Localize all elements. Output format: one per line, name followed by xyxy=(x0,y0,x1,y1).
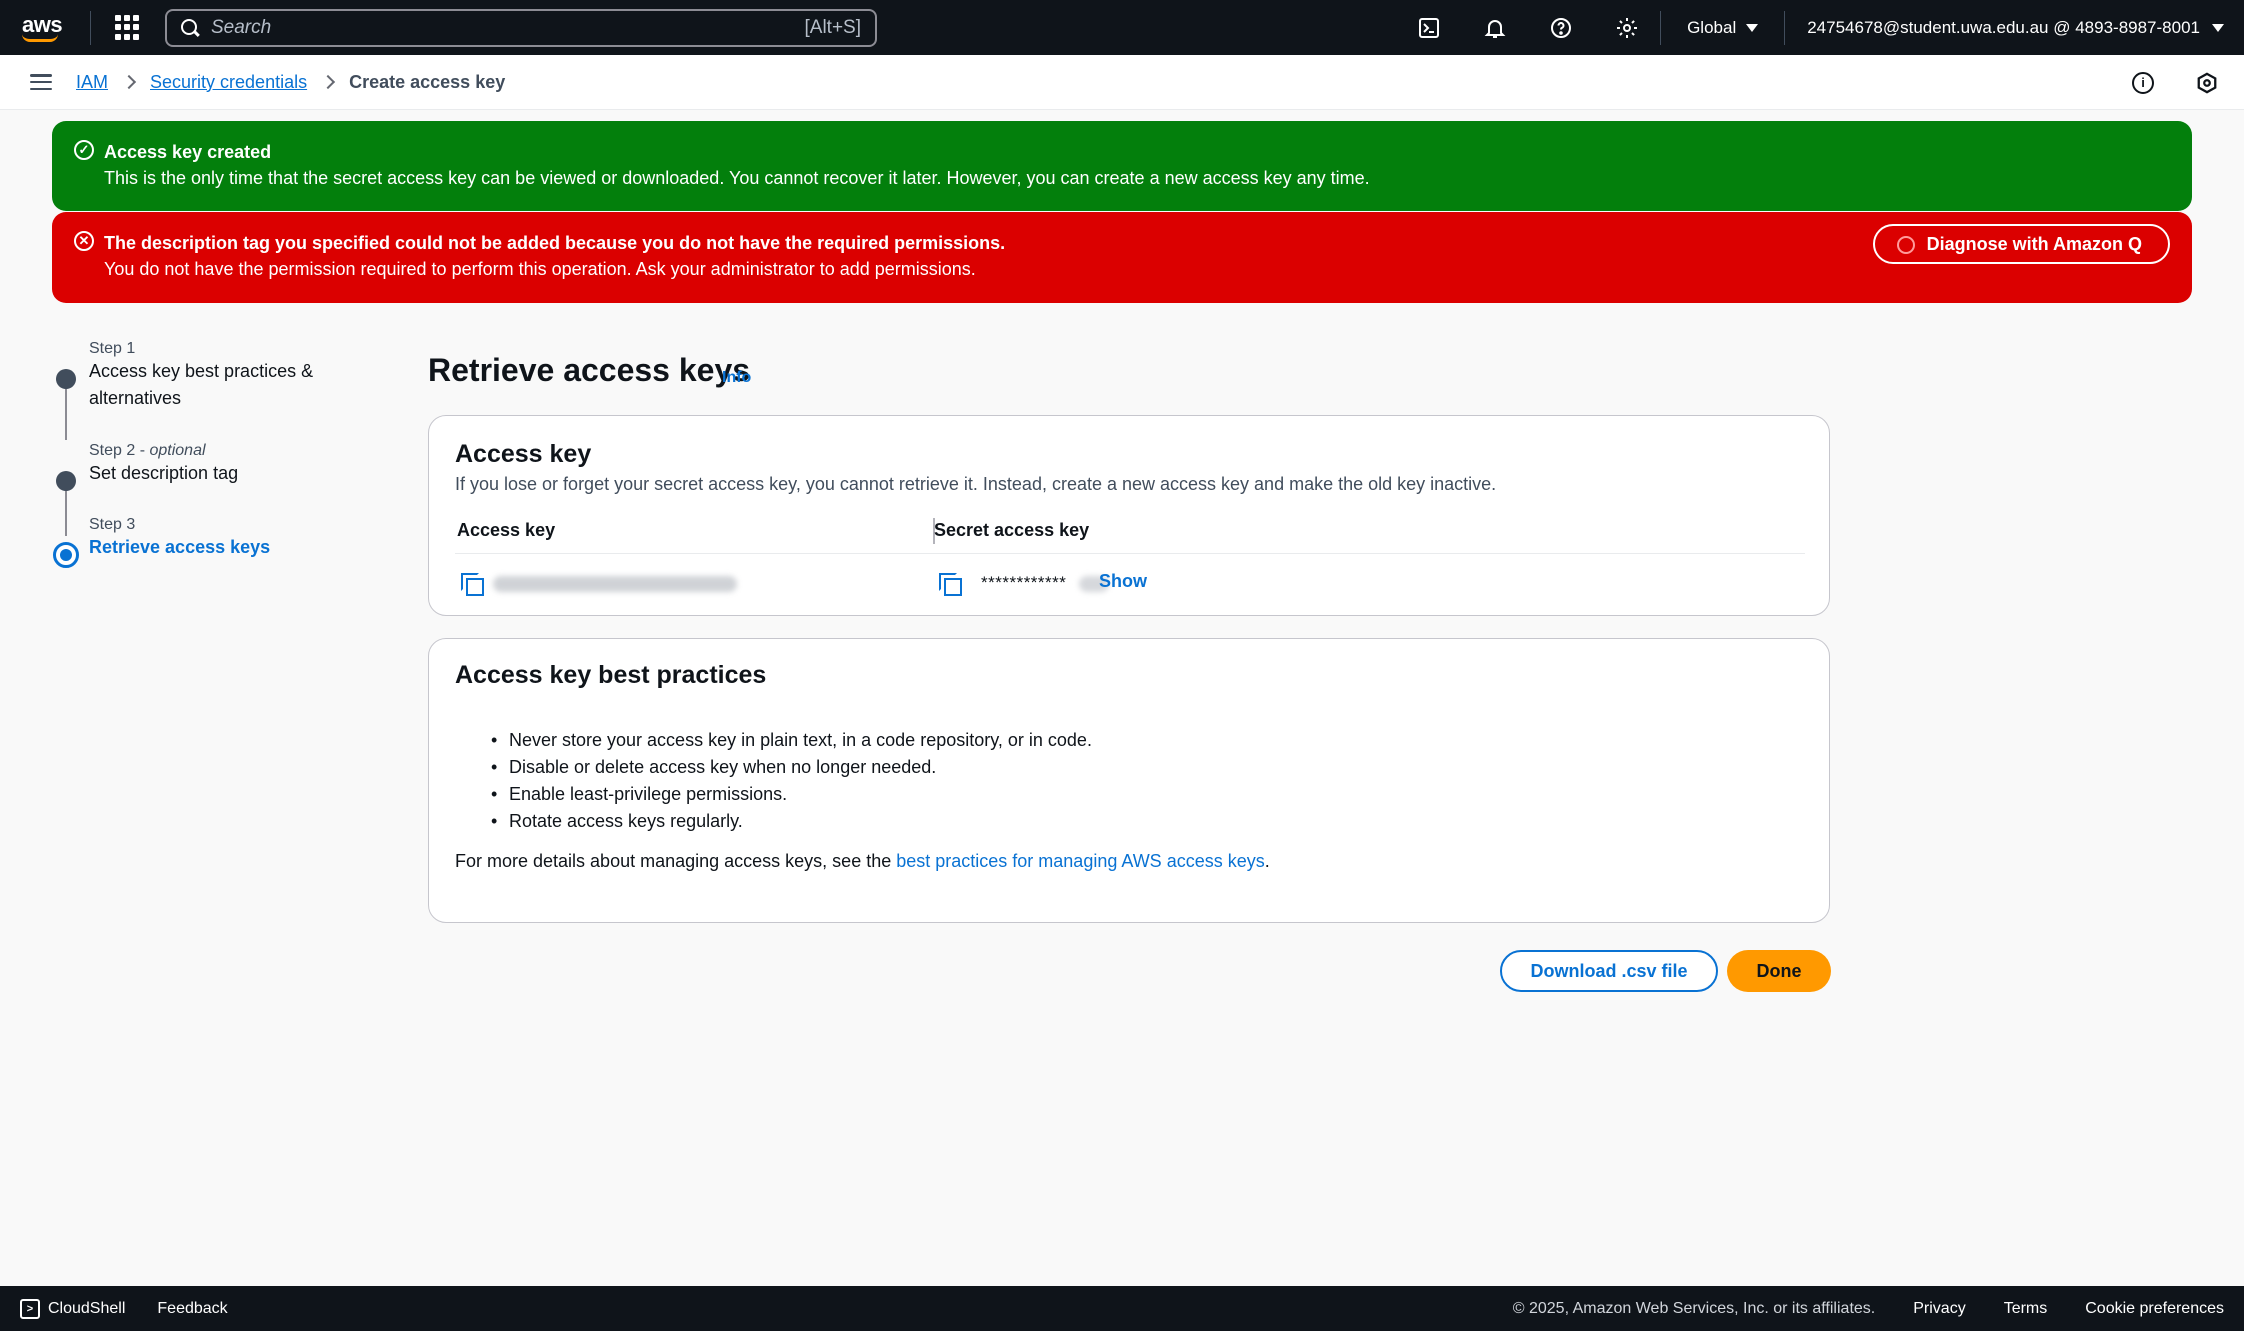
info-panel-icon[interactable]: i xyxy=(2132,71,2154,94)
error-flash-banner: ✕ The description tag you specified coul… xyxy=(52,212,2192,303)
aws-smile-icon xyxy=(22,34,58,42)
chevron-right-icon xyxy=(121,74,137,90)
access-key-heading: Access key xyxy=(455,440,592,468)
cloudshell-icon[interactable] xyxy=(1396,0,1462,55)
step-active-dot xyxy=(53,542,79,568)
menu-hamburger-icon[interactable] xyxy=(30,74,52,90)
col-secret-access-key: Secret access key xyxy=(934,520,1090,540)
access-key-table-header: Access key Secret access key xyxy=(455,514,1805,554)
footer-privacy[interactable]: Privacy xyxy=(1913,1300,1965,1318)
show-secret-link[interactable]: Show xyxy=(1099,571,1147,592)
info-link[interactable]: Info xyxy=(722,369,751,387)
account-menu[interactable]: 24754678@student.uwa.edu.au @ 4893-8987-… xyxy=(1785,18,2244,38)
step-number: Step 1 xyxy=(89,340,136,357)
access-key-card: Access key If you lose or forget your se… xyxy=(428,415,1830,616)
step-1[interactable]: Step 1 Access key best practices & alter… xyxy=(52,340,313,412)
settings-gear-icon[interactable] xyxy=(1594,0,1660,55)
step-dot xyxy=(56,369,76,389)
col-access-key: Access key xyxy=(457,520,556,540)
best-practices-heading: Access key best practices xyxy=(455,661,767,689)
nav-divider xyxy=(90,10,91,45)
search-input[interactable]: Search [Alt+S] xyxy=(165,8,877,47)
more-prefix: For more details about managing access k… xyxy=(455,851,897,871)
breadcrumb-bar: IAM Security credentials Create access k… xyxy=(0,55,2244,110)
step-optional: optional xyxy=(149,442,206,459)
search-shortcut: [Alt+S] xyxy=(804,16,862,38)
step-label: Access key best practices & xyxy=(89,361,314,381)
footer: > CloudShell Feedback © 2025, Amazon Web… xyxy=(0,1286,2244,1331)
footer-copyright: © 2025, Amazon Web Services, Inc. or its… xyxy=(1512,1299,1876,1317)
more-suffix: . xyxy=(1264,851,1270,871)
footer-cookie-preferences[interactable]: Cookie preferences xyxy=(2085,1300,2224,1318)
diagnose-label: Diagnose with Amazon Q xyxy=(1926,233,2142,254)
step-3[interactable]: Step 3 Retrieve access keys xyxy=(52,516,271,568)
footer-feedback[interactable]: Feedback xyxy=(157,1300,227,1318)
aws-logo-text: aws xyxy=(22,11,63,37)
step-number: Step 2 - optional xyxy=(89,442,206,459)
cloudshell-icon: > xyxy=(20,1298,40,1319)
success-flash-banner: ✓ Access key created This is the only ti… xyxy=(52,121,2192,211)
step-label: Retrieve access keys xyxy=(89,537,271,557)
breadcrumb-iam[interactable]: IAM xyxy=(76,72,108,93)
success-message: This is the only time that the secret ac… xyxy=(104,168,1370,188)
footer-terms[interactable]: Terms xyxy=(2004,1300,2048,1318)
list-item: Never store your access key in plain tex… xyxy=(491,727,1092,754)
footer-cloudshell[interactable]: CloudShell xyxy=(48,1300,125,1318)
services-grid-icon[interactable] xyxy=(115,14,141,41)
help-icon[interactable] xyxy=(1528,0,1594,55)
breadcrumb-current: Create access key xyxy=(349,71,506,92)
best-practices-link[interactable]: best practices for managing AWS access k… xyxy=(896,851,1265,871)
region-label: Global xyxy=(1687,17,1737,37)
access-key-description: If you lose or forget your secret access… xyxy=(455,474,1497,494)
success-check-icon: ✓ xyxy=(74,140,94,160)
search-placeholder: Search xyxy=(211,16,272,38)
step-dot xyxy=(56,471,76,491)
region-selector[interactable]: Global xyxy=(1661,18,1784,38)
list-item: Enable least-privilege permissions. xyxy=(491,781,1092,808)
aws-logo[interactable]: aws xyxy=(22,8,86,48)
error-title: The description tag you specified could … xyxy=(104,233,1006,253)
step-label: Set description tag xyxy=(89,463,239,483)
error-x-icon: ✕ xyxy=(74,231,94,251)
access-key-value-redacted xyxy=(493,576,737,592)
step-number: Step 3 xyxy=(89,516,136,533)
step-label-cont: alternatives xyxy=(89,388,182,408)
diagnose-with-amazon-q-button[interactable]: Diagnose with Amazon Q xyxy=(1872,224,2170,264)
breadcrumb-security-credentials[interactable]: Security credentials xyxy=(150,72,307,93)
page-title: Retrieve access keys xyxy=(428,352,751,388)
search-icon xyxy=(181,18,199,37)
download-csv-button[interactable]: Download .csv file xyxy=(1500,950,1718,992)
caret-down-icon xyxy=(1746,23,1759,32)
chevron-right-icon xyxy=(321,74,336,90)
success-title: Access key created xyxy=(104,142,272,162)
step-2[interactable]: Step 2 - optional Set description tag xyxy=(52,442,239,491)
list-item: Rotate access keys regularly. xyxy=(491,808,1092,835)
copy-secret-key-icon[interactable] xyxy=(939,573,962,596)
done-button[interactable]: Done xyxy=(1727,950,1831,992)
best-practices-list: Never store your access key in plain tex… xyxy=(491,727,1092,835)
feedback-hexagon-icon[interactable] xyxy=(2196,72,2218,94)
top-navigation: aws Search [Alt+S] Global 24754678@stude… xyxy=(0,0,2244,55)
caret-down-icon xyxy=(2212,23,2224,32)
secret-key-masked: ************ xyxy=(981,573,1067,592)
best-practices-card: Access key best practices Never store yo… xyxy=(428,638,1830,923)
list-item: Disable or delete access key when no lon… xyxy=(491,754,1092,781)
step-number-text: Step 2 xyxy=(89,442,136,459)
error-message: You do not have the permission required … xyxy=(104,259,976,279)
amazon-q-icon xyxy=(1896,236,1915,254)
account-label: 24754678@student.uwa.edu.au @ 4893-8987-… xyxy=(1807,17,2200,37)
best-practices-more: For more details about managing access k… xyxy=(455,851,1270,872)
notifications-bell-icon[interactable] xyxy=(1462,0,1528,55)
copy-access-key-icon[interactable] xyxy=(461,573,484,596)
